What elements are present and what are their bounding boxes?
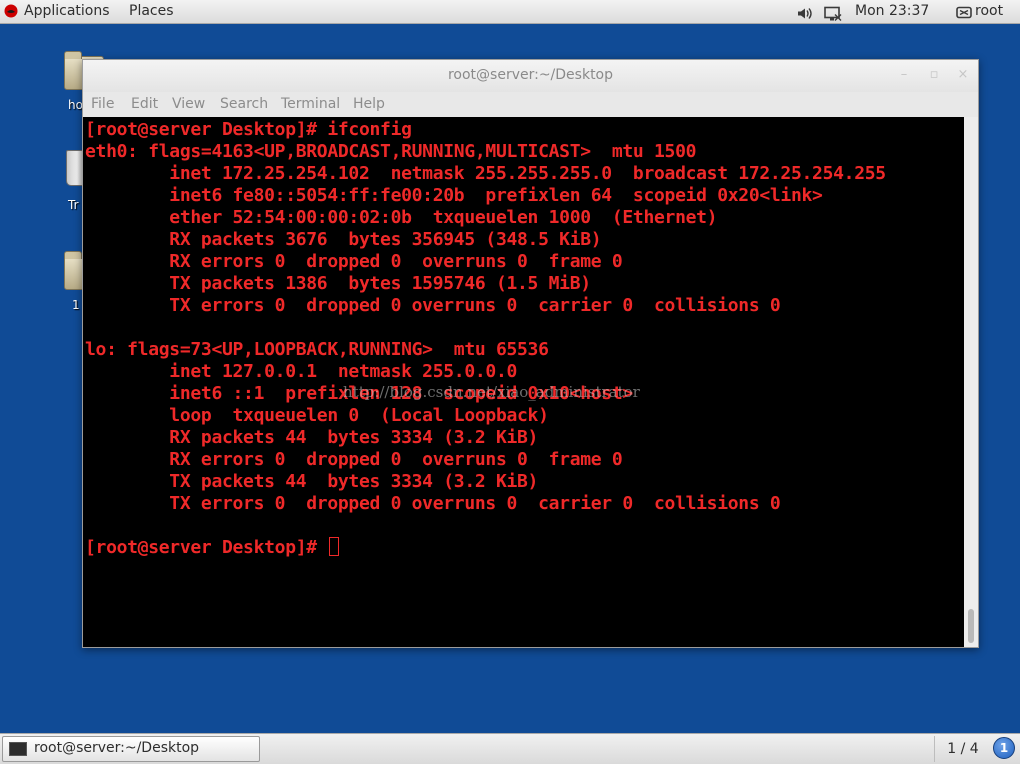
- maximize-button[interactable]: ▫: [927, 68, 941, 82]
- terminal-line: TX packets 1386 bytes 1595746 (1.5 MiB): [85, 273, 591, 294]
- desktop-icon-label: ho: [68, 98, 83, 112]
- menu-edit[interactable]: Edit: [131, 96, 158, 112]
- terminal-line: eth0: flags=4163<UP,BROADCAST,RUNNING,MU…: [85, 141, 697, 162]
- scrollbar[interactable]: [964, 117, 978, 647]
- terminal-line: RX errors 0 dropped 0 overruns 0 frame 0: [85, 449, 623, 470]
- terminal-line: inet6 fe80::5054:ff:fe00:20b prefixlen 6…: [85, 185, 823, 206]
- menu-view[interactable]: View: [172, 96, 205, 112]
- notification-indicator-icon[interactable]: 1: [993, 737, 1015, 759]
- terminal-window[interactable]: root@server:~/Desktop – ▫ × File Edit Vi…: [82, 59, 979, 648]
- menu-help[interactable]: Help: [353, 96, 385, 112]
- network-icon[interactable]: [824, 3, 842, 26]
- terminal-line: inet 172.25.254.102 netmask 255.255.255.…: [85, 163, 886, 184]
- desktop-icon-label: Tr: [68, 198, 79, 212]
- taskbar-window-label: root@server:~/Desktop: [34, 740, 200, 756]
- close-button[interactable]: ×: [956, 68, 970, 82]
- terminal-output[interactable]: [root@server Desktop]# ifconfig eth0: fla…: [83, 117, 964, 647]
- terminal-cursor: [329, 537, 340, 556]
- desktop-icon-label: 1: [72, 298, 80, 312]
- scrollbar-thumb[interactable]: [968, 609, 974, 643]
- clock[interactable]: Mon 23:37: [855, 0, 929, 23]
- terminal-line: lo: flags=73<UP,LOOPBACK,RUNNING> mtu 65…: [85, 339, 549, 360]
- terminal-line: TX errors 0 dropped 0 overruns 0 carrier…: [85, 493, 781, 514]
- terminal-line: RX packets 3676 bytes 356945 (348.5 KiB): [85, 229, 602, 250]
- window-title: root@server:~/Desktop: [447, 67, 614, 83]
- terminal-line: [root@server Desktop]# ifconfig: [85, 119, 412, 140]
- sound-icon[interactable]: [796, 2, 814, 25]
- redhat-logo-icon[interactable]: [4, 4, 18, 18]
- terminal-line: ether 52:54:00:00:02:0b txqueuelen 1000 …: [85, 207, 718, 228]
- terminal-line: RX packets 44 bytes 3334 (3.2 KiB): [85, 427, 539, 448]
- terminal-lines: [root@server Desktop]# ifconfig eth0: fla…: [85, 119, 886, 559]
- terminal-icon: [9, 742, 27, 756]
- terminal-line: [root@server Desktop]#: [85, 537, 886, 559]
- menubar: File Edit View Search Terminal Help: [83, 92, 978, 117]
- places-menu[interactable]: Places: [129, 0, 174, 23]
- top-panel: Applications Places Mon 23:37 root: [0, 0, 1020, 24]
- terminal-line: inet 127.0.0.1 netmask 255.0.0.0: [85, 361, 518, 382]
- bottom-taskbar: root@server:~/Desktop 1 / 4 1: [0, 733, 1020, 764]
- menu-search[interactable]: Search: [220, 96, 268, 112]
- taskbar-window-button[interactable]: root@server:~/Desktop: [2, 736, 260, 762]
- menu-terminal[interactable]: Terminal: [281, 96, 340, 112]
- terminal-prompt: [root@server Desktop]#: [85, 537, 328, 558]
- user-icon[interactable]: [956, 2, 972, 25]
- applications-menu[interactable]: Applications: [24, 0, 110, 23]
- terminal-line: loop txqueuelen 0 (Local Loopback): [85, 405, 549, 426]
- terminal-line: TX errors 0 dropped 0 overruns 0 carrier…: [85, 295, 781, 316]
- terminal-line: RX errors 0 dropped 0 overruns 0 frame 0: [85, 251, 623, 272]
- menu-file[interactable]: File: [91, 96, 114, 112]
- window-titlebar[interactable]: root@server:~/Desktop – ▫ ×: [83, 60, 978, 92]
- user-menu[interactable]: root: [975, 0, 1003, 23]
- watermark-text: http://blog.csdn.net/xiao_administrator: [343, 383, 640, 401]
- minimize-button[interactable]: –: [897, 68, 911, 82]
- terminal-line: TX packets 44 bytes 3334 (3.2 KiB): [85, 471, 539, 492]
- workspace-switcher[interactable]: 1 / 4: [934, 736, 991, 762]
